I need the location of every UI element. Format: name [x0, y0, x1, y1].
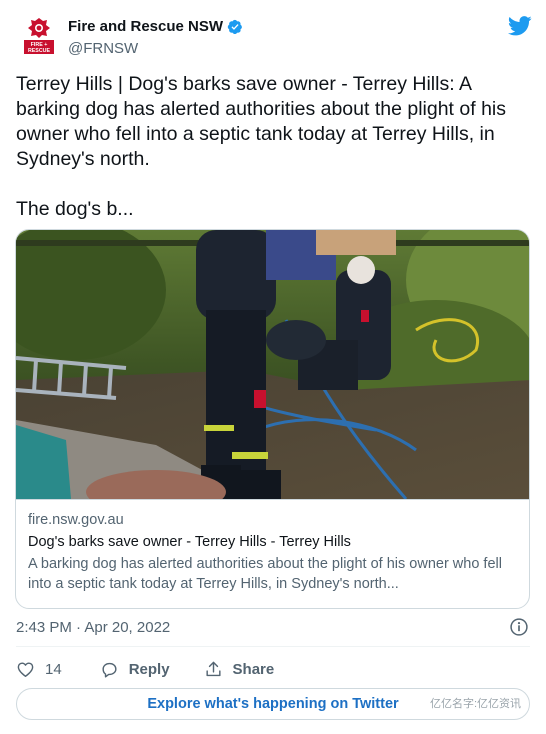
like-button[interactable]: 14 [16, 660, 62, 679]
card-photo-firefighters-rescue[interactable] [16, 230, 530, 499]
tweet-embed: FIRE + RESCUE Fire and Rescue NSW @FRNSW… [0, 0, 546, 734]
author-handle[interactable]: @FRNSW [68, 40, 243, 57]
tweet-actions: 14 Reply Share [16, 658, 274, 680]
author-name[interactable]: Fire and Rescue NSW [68, 18, 243, 35]
like-count: 14 [45, 660, 62, 678]
card-title[interactable]: Dog's barks save owner - Terrey Hills - … [28, 532, 519, 552]
heart-icon [17, 661, 34, 677]
share-button[interactable]: Share [204, 660, 275, 679]
watermark: 亿亿名字:亿亿资讯 [430, 695, 522, 711]
fire-rescue-nsw-logo: FIRE + RESCUE [22, 16, 56, 56]
verified-badge-icon [227, 19, 242, 34]
tweet-timestamp[interactable]: 2:43 PM · Apr 20, 2022 [16, 619, 170, 636]
reply-label: Reply [128, 660, 170, 678]
author-info: Fire and Rescue NSW @FRNSW [68, 18, 243, 57]
svg-text:RESCUE: RESCUE [28, 48, 51, 54]
tweet-text: Terrey Hills | Dog's barks save owner - … [16, 73, 506, 220]
card-meta[interactable]: fire.nsw.gov.au Dog's barks save owner -… [16, 499, 529, 608]
card-description: A barking dog has alerted authorities ab… [28, 556, 502, 592]
twitter-bird-icon[interactable] [508, 16, 532, 36]
share-upload-icon [206, 661, 221, 676]
divider [16, 646, 530, 647]
share-label: Share [232, 660, 275, 678]
avatar[interactable]: FIRE + RESCUE [22, 16, 56, 56]
speech-bubble-icon [102, 662, 117, 677]
card-domain: fire.nsw.gov.au [28, 512, 124, 528]
tweet-header: FIRE + RESCUE Fire and Rescue NSW @FRNSW [22, 14, 532, 60]
reply-button[interactable]: Reply [100, 660, 170, 679]
info-icon[interactable] [509, 617, 529, 637]
author-name-text[interactable]: Fire and Rescue NSW [68, 18, 223, 35]
link-card[interactable]: fire.nsw.gov.au Dog's barks save owner -… [15, 229, 530, 609]
